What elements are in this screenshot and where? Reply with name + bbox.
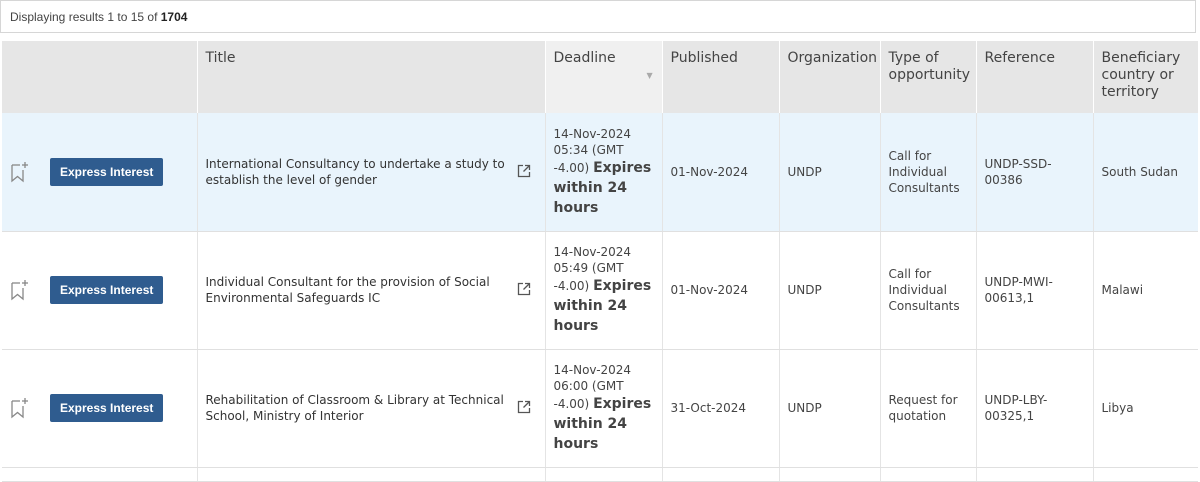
title-cell: Rehabilitation of Classroom & Library at… [197, 349, 546, 468]
reference-cell: UNDP-LBY- 00325,1 [976, 349, 1094, 468]
published-cell: 01-Nov-2024 [662, 231, 780, 350]
opportunity-title-link[interactable]: International Consultancy to undertake a… [206, 157, 505, 187]
bookmark-add-icon[interactable] [10, 161, 30, 183]
deadline-column-header[interactable]: Deadline ▼ [545, 41, 663, 113]
opportunities-table: Title Deadline ▼ Published Organization … [2, 41, 1199, 482]
table-row[interactable]: Express Interest Rehabilitation of Class… [2, 349, 1198, 468]
organization-cell: UNDP [779, 231, 881, 350]
row-actions-cell: Express Interest [2, 113, 198, 232]
external-link-icon[interactable] [517, 282, 531, 296]
expiry-warning: Expires [593, 159, 652, 176]
opportunity-title-link[interactable]: Rehabilitation of Classroom & Library at… [206, 393, 504, 423]
reference-column-header[interactable]: Reference [976, 41, 1094, 113]
results-count-prefix: Displaying results 1 to 15 of [10, 10, 161, 24]
expiry-warning: Expires [593, 396, 652, 412]
bookmark-add-icon[interactable] [10, 397, 30, 419]
country-cell: South Sudan [1093, 113, 1198, 232]
title-cell: Individual Consultant for the provision … [197, 231, 546, 350]
row-actions-cell: Express Interest [2, 231, 198, 350]
express-interest-button[interactable]: Express Interest [50, 394, 164, 422]
type-cell: Call for Individual Consultants [880, 113, 977, 232]
published-cell: 31-Oct-2024 [662, 349, 780, 468]
opportunity-title-link[interactable]: Individual Consultant for the provision … [206, 275, 490, 305]
results-total: 1704 [160, 10, 188, 24]
reference-cell: UNDP-MWI- 00613,1 [976, 231, 1094, 350]
external-link-icon[interactable] [517, 164, 531, 178]
deadline-cell: 14-Nov-2024 05:49 (GMT -4.00) Expires wi… [545, 231, 663, 350]
organization-cell: UNDP [779, 349, 881, 468]
country-cell: Malawi [1093, 231, 1198, 350]
table-row[interactable]: Express Interest International Consultan… [2, 113, 1198, 232]
title-column-header[interactable]: Title [197, 41, 546, 113]
sort-caret-icon[interactable]: ▼ [647, 67, 653, 84]
actions-column-header [2, 41, 198, 113]
type-cell: Request for quotation [880, 349, 977, 468]
country-column-header[interactable]: Beneficiary country or territory [1093, 41, 1199, 113]
external-link-icon[interactable] [517, 400, 531, 414]
express-interest-button[interactable]: Express Interest [50, 276, 164, 304]
results-count-bar: Displaying results 1 to 15 of 1704 [0, 0, 1196, 33]
published-cell: 01-Nov-2024 [662, 113, 780, 232]
organization-cell: UNDP [779, 113, 881, 232]
published-column-header[interactable]: Published [662, 41, 780, 113]
reference-cell: UNDP-SSD- 00386 [976, 113, 1094, 232]
type-column-header[interactable]: Type of opportunity [880, 41, 977, 113]
table-row[interactable]: Express Interest Individual Consultant f… [2, 231, 1198, 350]
table-header-row: Title Deadline ▼ Published Organization … [2, 41, 1199, 113]
type-cell: Call for Individual Consultants [880, 231, 977, 350]
deadline-cell: 14-Nov-2024 05:34 (GMT -4.00) Expires wi… [545, 113, 663, 232]
organization-column-header[interactable]: Organization [779, 41, 881, 113]
express-interest-button[interactable]: Express Interest [50, 157, 164, 186]
bookmark-add-icon[interactable] [10, 279, 30, 301]
country-cell: Libya [1093, 349, 1198, 468]
expiry-warning: Expires [593, 278, 652, 294]
title-cell: International Consultancy to undertake a… [197, 113, 546, 232]
table-row-partial [2, 467, 1198, 482]
row-actions-cell: Express Interest [2, 349, 198, 468]
deadline-cell: 14-Nov-2024 06:00 (GMT -4.00) Expires wi… [545, 349, 663, 468]
